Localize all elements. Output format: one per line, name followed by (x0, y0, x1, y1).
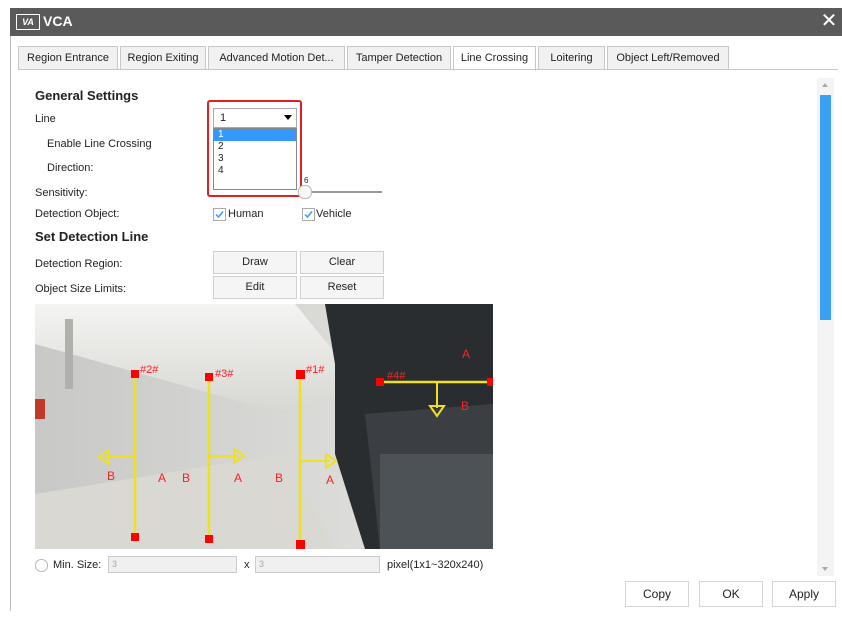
object-size-limits-label: Object Size Limits: (35, 283, 127, 295)
vehicle-label: Vehicle (316, 208, 352, 220)
human-label: Human (228, 208, 264, 220)
general-settings-heading: General Settings (35, 88, 139, 103)
tab-loitering[interactable]: Loitering (538, 46, 605, 70)
min-size-label: Min. Size: (53, 559, 102, 571)
line-4-side-b: B (461, 399, 470, 413)
vehicle-checkbox[interactable] (302, 208, 315, 221)
line-4-label: #4# (387, 370, 406, 382)
tab-divider (18, 69, 838, 70)
tab-region-entrance[interactable]: Region Entrance (18, 46, 118, 70)
sensitivity-slider-track[interactable] (300, 191, 382, 193)
human-checkbox[interactable] (213, 208, 226, 221)
tab-tamper-detection[interactable]: Tamper Detection (347, 46, 451, 70)
line-label: Line (35, 113, 56, 125)
sensitivity-label: Sensitivity: (35, 187, 88, 199)
tab-line-crossing[interactable]: Line Crossing (453, 46, 536, 71)
ok-button[interactable]: OK (699, 581, 763, 607)
camera-preview[interactable]: #2# #3# #1# #4# B A B A B A A B (35, 304, 493, 549)
vca-logo-icon: VA (16, 14, 40, 30)
min-size-width-input[interactable]: 3 (108, 556, 237, 573)
detection-object-label: Detection Object: (35, 208, 120, 220)
scrollbar-thumb[interactable] (820, 95, 831, 320)
set-detection-line-heading: Set Detection Line (35, 229, 149, 244)
dialog-border (10, 36, 11, 611)
sensitivity-value: 6 (304, 176, 309, 185)
window-title: VCA (43, 13, 73, 29)
tab-advanced-motion-detection[interactable]: Advanced Motion Det... (208, 46, 345, 70)
line-3-side-b: B (182, 471, 191, 485)
scroll-up-arrow-icon[interactable] (822, 83, 828, 87)
detection-region-label: Detection Region: (35, 258, 123, 270)
line-3-side-a: A (234, 471, 243, 485)
line-1 (296, 370, 338, 549)
tab-object-left-removed[interactable]: Object Left/Removed (607, 46, 729, 70)
line-1-side-a: A (326, 473, 335, 487)
line-2-side-a: A (158, 471, 167, 485)
direction-label: Direction: (47, 162, 94, 174)
line-4 (376, 378, 493, 418)
edit-button[interactable]: Edit (213, 276, 297, 299)
reset-button[interactable]: Reset (300, 276, 384, 299)
dropdown-highlight-box (207, 100, 302, 197)
tab-region-exiting[interactable]: Region Exiting (120, 46, 206, 70)
draw-button[interactable]: Draw (213, 251, 297, 274)
min-size-height-input[interactable]: 3 (255, 556, 380, 573)
clear-button[interactable]: Clear (300, 251, 384, 274)
apply-button[interactable]: Apply (772, 581, 836, 607)
size-separator: x (244, 559, 250, 571)
line-3 (205, 373, 246, 543)
detection-lines-overlay (97, 370, 493, 549)
line-2 (97, 370, 139, 541)
copy-button[interactable]: Copy (625, 581, 689, 607)
title-bar: VA VCA ✕ (10, 8, 842, 36)
check-icon (215, 211, 224, 219)
close-icon[interactable]: ✕ (818, 10, 840, 32)
check-icon (304, 211, 313, 219)
line-4-side-a: A (462, 347, 471, 361)
line-3-label: #3# (215, 368, 234, 380)
min-size-radio[interactable] (35, 559, 48, 572)
sensitivity-slider-thumb[interactable] (298, 185, 312, 199)
line-1-label: #1# (306, 364, 325, 376)
line-2-label: #2# (140, 364, 159, 376)
vertical-scrollbar[interactable] (817, 78, 834, 576)
line-1-side-b: B (275, 471, 284, 485)
scroll-down-arrow-icon[interactable] (822, 567, 828, 571)
line-2-side-b: B (107, 469, 116, 483)
min-size-range-hint: pixel(1x1~320x240) (387, 559, 484, 571)
enable-line-crossing-label: Enable Line Crossing (47, 138, 152, 150)
